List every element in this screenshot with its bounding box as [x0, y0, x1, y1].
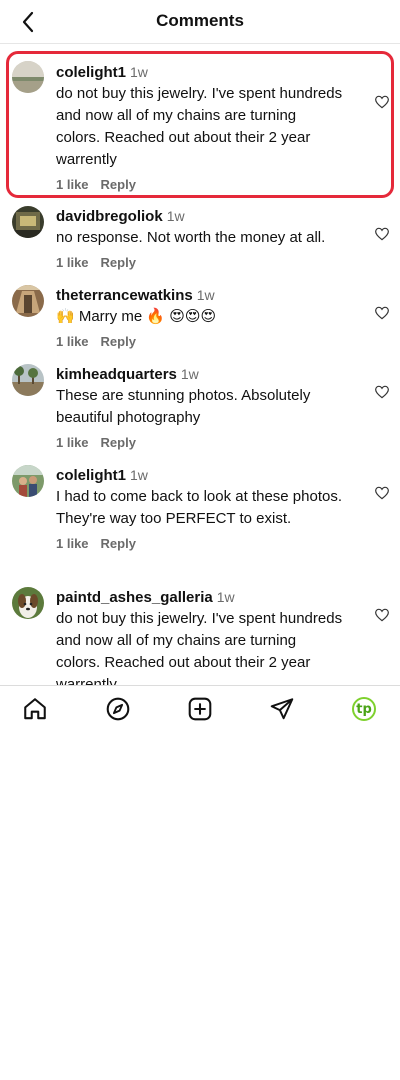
heart-icon[interactable] [374, 94, 390, 110]
comment-text: do not buy this jewelry. I've spent hund… [56, 85, 343, 168]
reply-button[interactable]: Reply [101, 177, 136, 192]
timestamp: 1w [180, 366, 199, 382]
timestamp: 1w [130, 467, 148, 483]
comment-text: These are stunning photos. Absolutely be… [56, 387, 311, 426]
comment-header: colelight1 1w [56, 62, 344, 83]
comment-text: I had to come back to look at these phot… [56, 488, 343, 527]
avatar[interactable] [12, 465, 44, 497]
like-count[interactable]: 1 like [56, 255, 89, 270]
reply-button[interactable]: Reply [101, 536, 136, 551]
comment-header: paintd_ashes_galleria 1w [56, 587, 344, 608]
reply-button[interactable]: Reply [101, 255, 136, 270]
tab-direct[interactable] [269, 696, 295, 722]
timestamp: 1w [130, 64, 148, 80]
comment-actions: 1 like Reply [56, 435, 344, 451]
comment-list[interactable]: colelight1 1w do not buy this jewelry. I'… [0, 44, 400, 685]
username[interactable]: theterrancewatkins [56, 287, 193, 304]
direct-message-icon [270, 698, 294, 720]
bottom-tab-bar: tp [0, 685, 400, 731]
heart-icon[interactable] [374, 485, 390, 501]
like-count[interactable]: 1 like [56, 536, 89, 551]
tab-profile[interactable]: tp [351, 696, 377, 722]
timestamp: 1w [166, 208, 185, 224]
tab-create[interactable] [187, 696, 213, 722]
comment-header: theterrancewatkins 1w [56, 285, 344, 306]
username[interactable]: paintd_ashes_galleria [56, 589, 213, 606]
profile-icon: tp [352, 697, 376, 721]
avatar[interactable] [12, 206, 44, 238]
heart-icon[interactable] [374, 226, 390, 242]
header: Comments [0, 0, 400, 44]
comment-actions: 1 like Reply [56, 255, 344, 271]
timestamp: 1w [196, 287, 215, 303]
heart-icon[interactable] [374, 384, 390, 400]
comment-header: kimheadquarters 1w [56, 364, 344, 385]
username[interactable]: colelight1 [56, 467, 126, 484]
comment-text: do not buy this jewelry. I've spent hund… [56, 610, 343, 685]
comment-header: davidbregoliok 1w [56, 206, 344, 227]
reply-button[interactable]: Reply [101, 334, 136, 349]
heart-icon[interactable] [374, 607, 390, 623]
like-count[interactable]: 1 like [56, 334, 89, 349]
username[interactable]: colelight1 [56, 64, 126, 81]
like-count[interactable]: 1 like [56, 435, 89, 450]
reply-button[interactable]: Reply [101, 435, 136, 450]
avatar[interactable] [12, 285, 44, 317]
comment-actions: 1 like Reply [56, 536, 344, 552]
username[interactable]: kimheadquarters [56, 366, 177, 383]
tab-home[interactable] [22, 696, 48, 722]
create-icon [188, 697, 212, 721]
tab-explore[interactable] [105, 696, 131, 722]
comment-text: no response. Not worth the money at all. [56, 229, 326, 246]
page-title: Comments [156, 11, 244, 30]
comment-header: colelight1 1w [56, 465, 344, 486]
explore-icon [106, 697, 130, 721]
like-count[interactable]: 1 like [56, 177, 89, 192]
avatar[interactable] [12, 364, 44, 396]
home-icon [24, 698, 46, 720]
comment-actions: 1 like Reply [56, 334, 344, 350]
avatar[interactable] [12, 61, 44, 93]
timestamp: 1w [216, 589, 235, 605]
comment-actions: 1 like Reply [56, 177, 344, 193]
comment-text: 🙌 Marry me 🔥 😍😍😍 [56, 308, 217, 325]
avatar[interactable] [12, 587, 44, 619]
username[interactable]: davidbregoliok [56, 208, 163, 225]
heart-icon[interactable] [374, 305, 390, 321]
